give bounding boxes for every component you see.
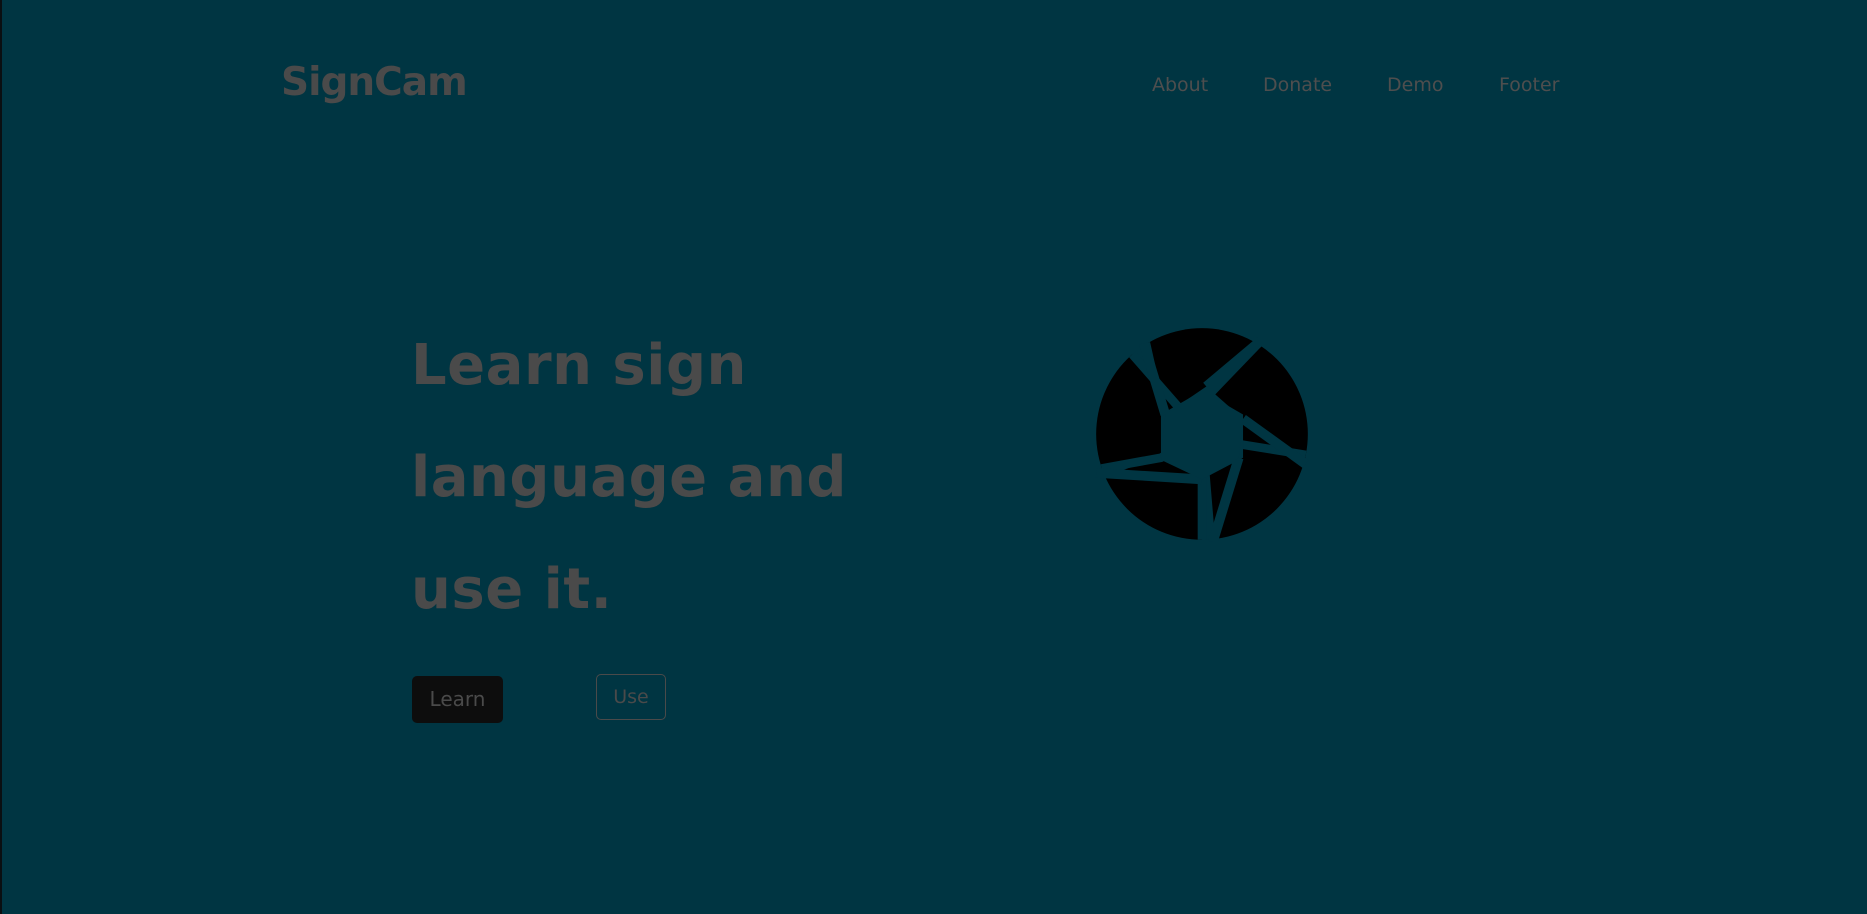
nav-link-footer[interactable]: Footer [1499,76,1559,95]
use-button[interactable]: Use [596,674,666,720]
hero-title-line: use it. [411,557,613,622]
camera-aperture-icon [1095,328,1309,542]
nav-link-donate[interactable]: Donate [1263,76,1332,95]
hero-title: Learn sign language and use it. [411,333,931,646]
hero-title-line: Learn sign [411,333,747,398]
nav-link-demo[interactable]: Demo [1387,76,1443,95]
window-edge [0,0,2,914]
nav-link-about[interactable]: About [1152,76,1208,95]
learn-button[interactable]: Learn [412,676,503,723]
site-logo[interactable]: SignCam [281,63,468,102]
hero-title-line: language and [411,445,847,510]
